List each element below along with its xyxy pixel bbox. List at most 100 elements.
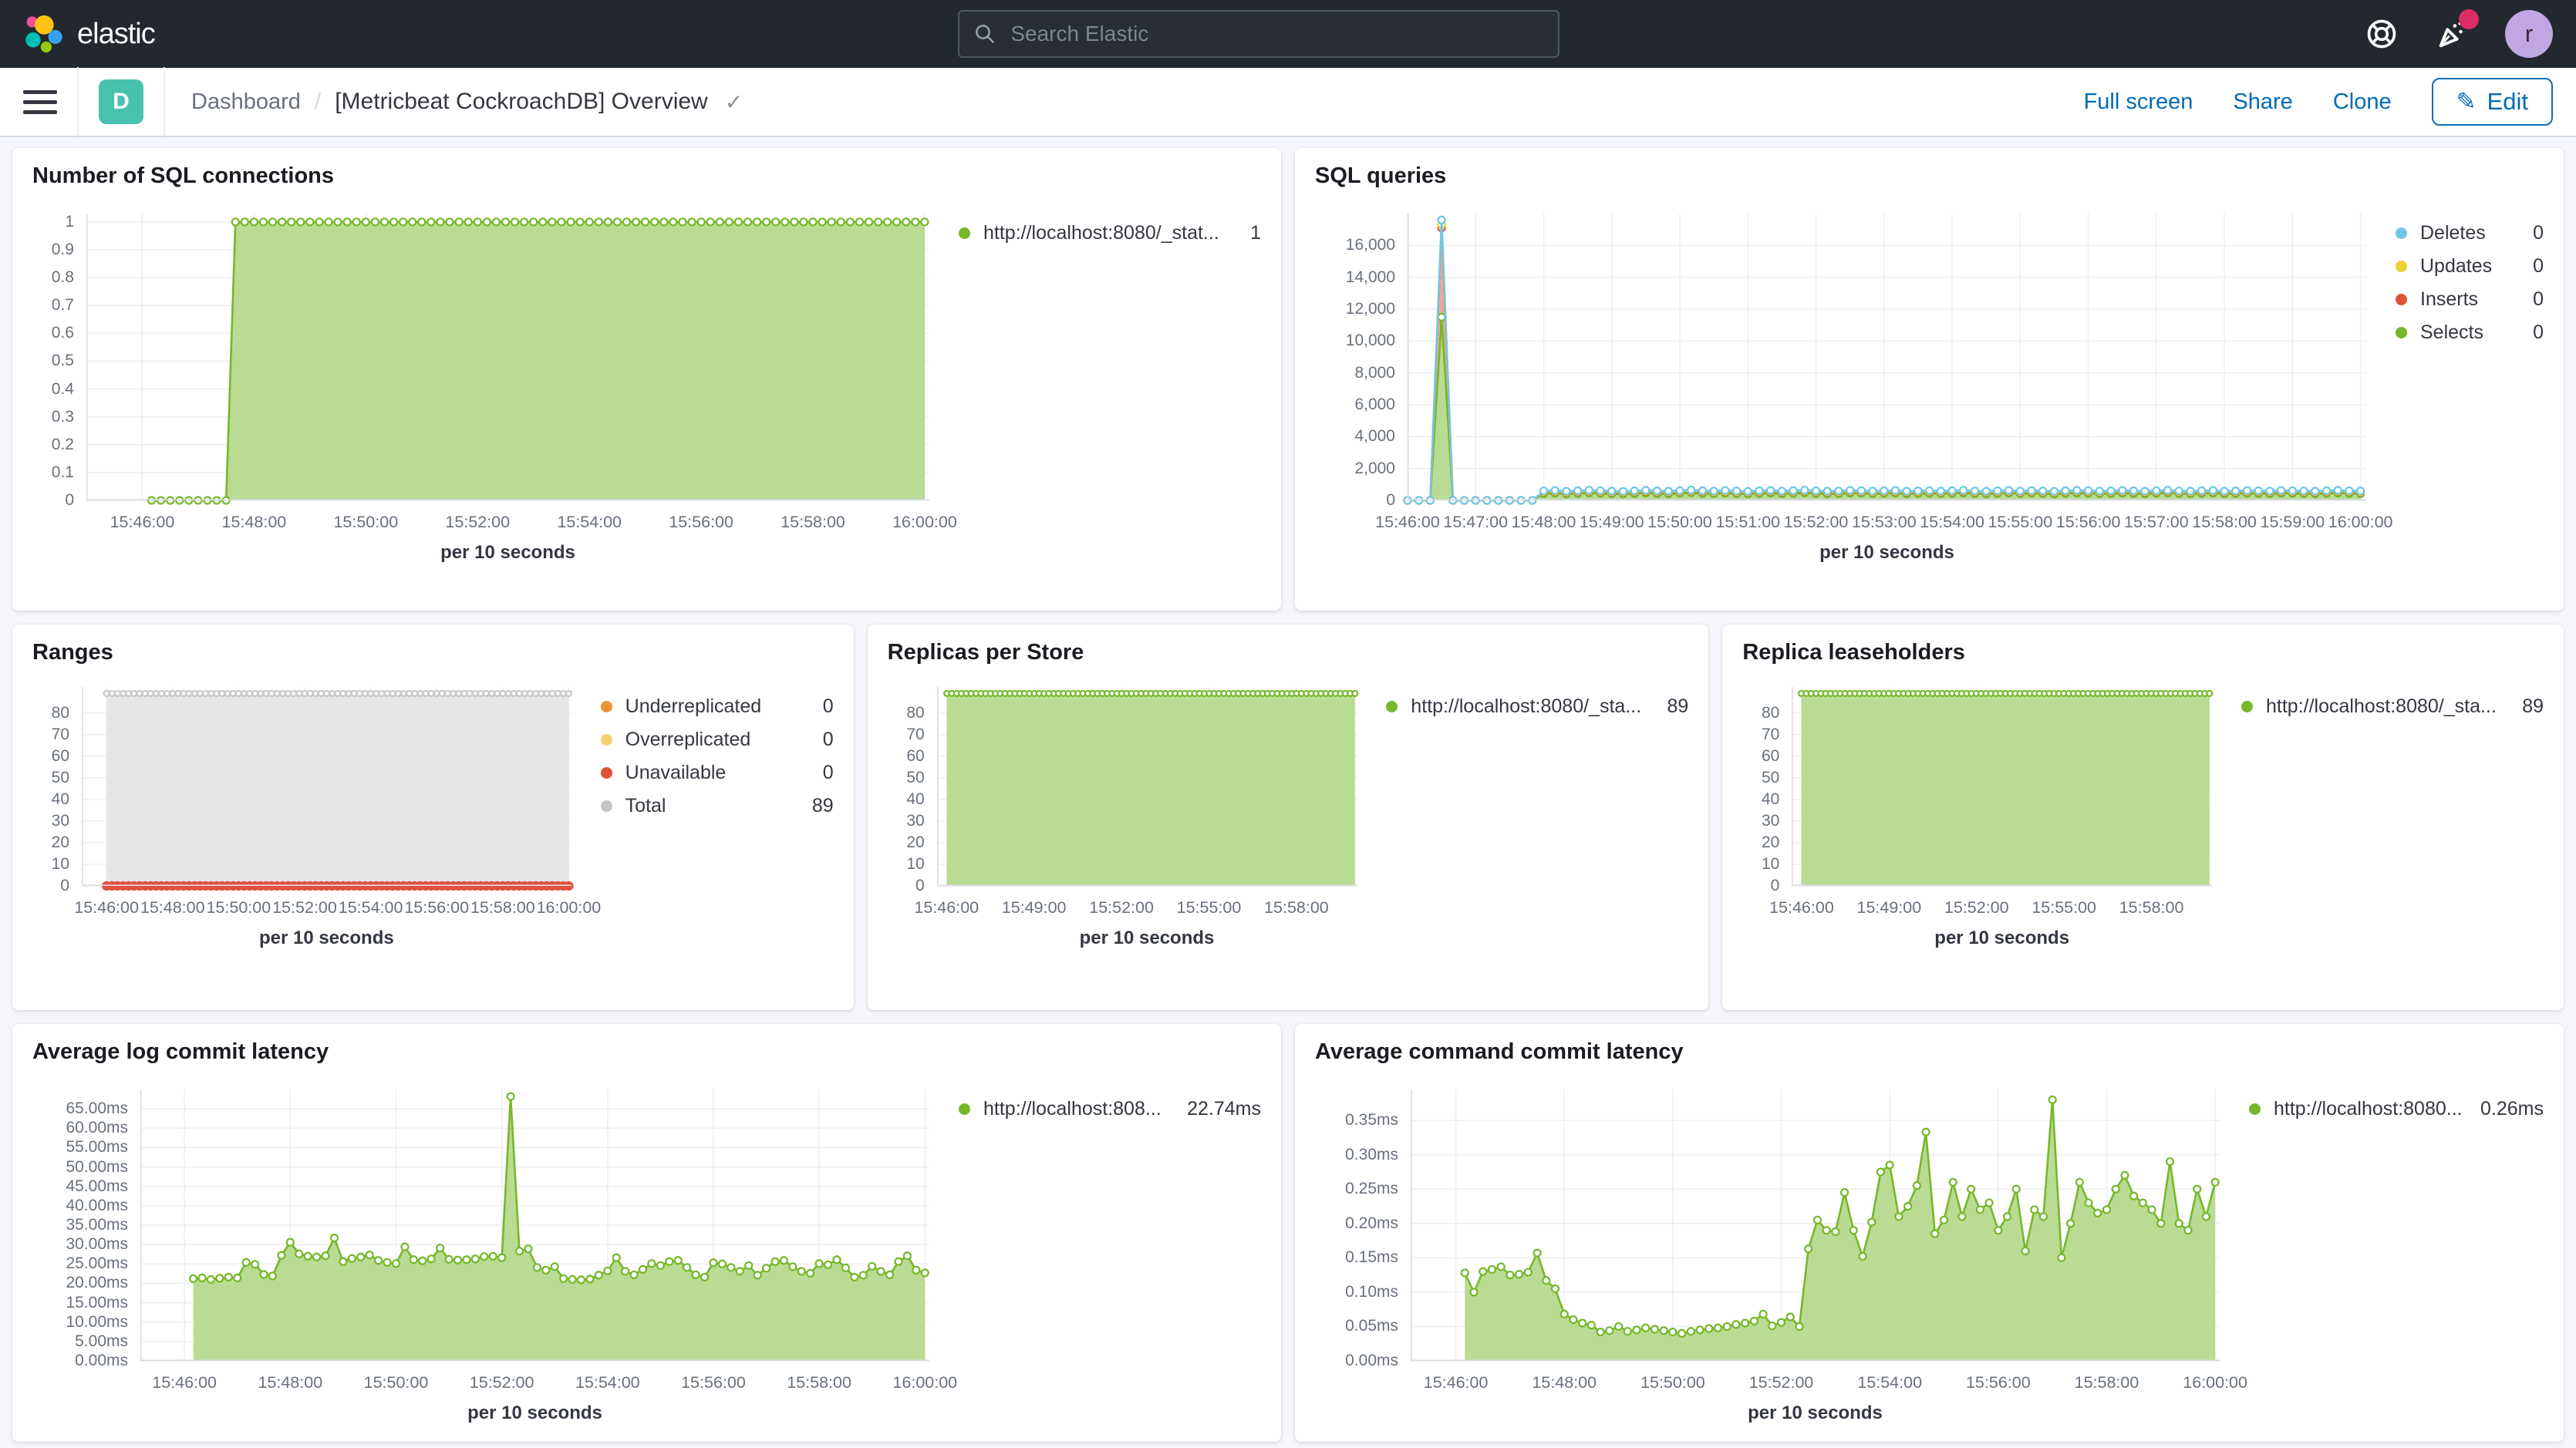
legend-item[interactable]: Inserts0 bbox=[2396, 283, 2544, 316]
panel-title[interactable]: SQL queries bbox=[1315, 163, 2544, 189]
x-axis-label: 15:49:00 bbox=[1002, 898, 1067, 918]
x-axis-label: 15:50:00 bbox=[1647, 513, 1712, 532]
app-header: elastic bbox=[0, 0, 2576, 68]
x-axis-label: 15:48:00 bbox=[222, 513, 287, 532]
y-axis-label: 60 bbox=[1762, 747, 1779, 766]
panel-title[interactable]: Number of SQL connections bbox=[32, 163, 1261, 189]
legend-item[interactable]: http://localhost:8080/_stat...1 bbox=[959, 217, 1261, 250]
breadcrumb-dashboard-link[interactable]: Dashboard bbox=[191, 89, 301, 115]
edit-button[interactable]: ✎ Edit bbox=[2432, 78, 2553, 126]
y-axis-label: 50.00ms bbox=[66, 1158, 128, 1177]
x-axis-label: 15:55:00 bbox=[1177, 898, 1242, 918]
y-axis-label: 70 bbox=[1762, 726, 1779, 744]
clone-button[interactable]: Clone bbox=[2333, 89, 2392, 115]
share-button[interactable]: Share bbox=[2233, 89, 2292, 115]
replicas-per-store-chart-area: 80706050403020100http://localhost:8080/_… bbox=[888, 687, 1689, 949]
page-title[interactable]: [Metricbeat CockroachDB] Overview bbox=[335, 89, 708, 115]
global-search-bar[interactable] bbox=[958, 10, 1559, 58]
x-axis-label: 15:46:00 bbox=[110, 513, 175, 532]
full-screen-button[interactable]: Full screen bbox=[2084, 89, 2193, 115]
avatar[interactable]: r bbox=[2505, 10, 2553, 58]
x-axis: 15:46:0015:48:0015:50:0015:52:0015:54:00… bbox=[82, 898, 572, 921]
x-axis-label: 15:58:00 bbox=[2192, 513, 2257, 532]
avatar-initial: r bbox=[2525, 20, 2533, 48]
y-axis-label: 10 bbox=[52, 855, 69, 874]
x-axis-label: 15:56:00 bbox=[2056, 513, 2121, 532]
sql-queries-chart[interactable] bbox=[1408, 214, 2366, 500]
avg-log-commit-latency-chart[interactable] bbox=[140, 1089, 929, 1361]
panel-title[interactable]: Replica leaseholders bbox=[1742, 640, 2544, 665]
legend-label: Unavailable bbox=[625, 762, 811, 784]
x-axis-label: 15:48:00 bbox=[258, 1373, 322, 1392]
chart-legend: Deletes0Updates0Inserts0Selects0 bbox=[2366, 214, 2544, 500]
y-axis-label: 16,000 bbox=[1346, 236, 1395, 254]
sql-connections-chart[interactable] bbox=[86, 214, 929, 500]
y-axis-label: 10 bbox=[906, 855, 924, 874]
avg-command-commit-latency-chart[interactable] bbox=[1411, 1089, 2220, 1361]
ranges-chart[interactable] bbox=[82, 687, 572, 886]
panel-ranges: Ranges 80706050403020100Underreplicated0… bbox=[12, 625, 854, 1010]
legend-item[interactable]: Selects0 bbox=[2396, 316, 2544, 349]
y-axis-label: 70 bbox=[906, 726, 924, 744]
replica-leaseholders-chart-area: 80706050403020100http://localhost:8080/_… bbox=[1742, 687, 2544, 949]
chart-legend: http://localhost:8080...0.26ms bbox=[2220, 1089, 2544, 1361]
y-axis-label: 15.00ms bbox=[66, 1294, 128, 1312]
panel-title[interactable]: Replicas per Store bbox=[888, 640, 1689, 665]
title-check-icon[interactable]: ✓ bbox=[725, 89, 743, 115]
legend-label: Overreplicated bbox=[625, 729, 811, 751]
legend-label: Underreplicated bbox=[625, 695, 811, 718]
y-axis-label: 0.4 bbox=[52, 380, 74, 399]
x-axis-label: 15:58:00 bbox=[2075, 1373, 2139, 1392]
replicas-per-store-chart[interactable] bbox=[937, 687, 1357, 886]
y-axis-label: 0.00ms bbox=[75, 1352, 128, 1370]
search-input[interactable] bbox=[1009, 21, 1544, 47]
x-axis-label: 15:47:00 bbox=[1443, 513, 1508, 532]
panel-title[interactable]: Ranges bbox=[32, 640, 834, 665]
legend-color-dot bbox=[601, 767, 612, 779]
panel-title[interactable]: Average log commit latency bbox=[32, 1039, 1261, 1065]
replica-leaseholders-chart[interactable] bbox=[1792, 687, 2212, 886]
legend-item[interactable]: Deletes0 bbox=[2396, 217, 2544, 250]
x-axis-label: 15:52:00 bbox=[1089, 898, 1154, 918]
y-axis-label: 40 bbox=[52, 790, 69, 809]
legend-item[interactable]: Overreplicated0 bbox=[601, 723, 834, 756]
y-axis-label: 14,000 bbox=[1346, 268, 1395, 287]
y-axis-label: 20.00ms bbox=[66, 1274, 128, 1292]
legend-item[interactable]: Updates0 bbox=[2396, 250, 2544, 283]
x-axis-label: 15:46:00 bbox=[74, 898, 139, 918]
legend-label: Deletes bbox=[2420, 222, 2520, 244]
legend-label: Selects bbox=[2420, 322, 2520, 344]
legend-value: 89 bbox=[812, 795, 834, 817]
newsfeed-icon[interactable] bbox=[2434, 15, 2471, 52]
legend-value: 0 bbox=[2533, 288, 2544, 311]
x-axis-unit-label: per 10 seconds bbox=[937, 928, 1357, 949]
y-axis-label: 40 bbox=[1762, 790, 1779, 809]
legend-item[interactable]: Unavailable0 bbox=[601, 756, 834, 790]
x-axis: 15:46:0015:48:0015:50:0015:52:0015:54:00… bbox=[86, 513, 929, 536]
legend-label: Total bbox=[625, 795, 800, 817]
legend-item[interactable]: http://localhost:808...22.74ms bbox=[959, 1093, 1261, 1126]
legend-item[interactable]: http://localhost:8080...0.26ms bbox=[2249, 1093, 2544, 1126]
y-axis-label: 30.00ms bbox=[66, 1235, 128, 1254]
legend-label: Updates bbox=[2420, 255, 2520, 278]
y-axis-label: 0.30ms bbox=[1345, 1146, 1398, 1164]
legend-item[interactable]: Underreplicated0 bbox=[601, 690, 834, 723]
legend-item[interactable]: http://localhost:8080/_sta...89 bbox=[1386, 690, 1688, 723]
y-axis-label: 12,000 bbox=[1346, 300, 1395, 318]
legend-value: 1 bbox=[1250, 222, 1261, 244]
help-icon[interactable] bbox=[2363, 15, 2400, 52]
menu-icon[interactable] bbox=[23, 85, 57, 119]
y-axis: 80706050403020100 bbox=[1742, 687, 1792, 886]
x-axis-label: 15:54:00 bbox=[557, 513, 622, 532]
x-axis-label: 16:00:00 bbox=[2183, 1373, 2247, 1392]
x-axis-label: 15:50:00 bbox=[1640, 1373, 1705, 1392]
legend-item[interactable]: http://localhost:8080/_sta...89 bbox=[2241, 690, 2544, 723]
y-axis-label: 0.5 bbox=[52, 352, 74, 370]
y-axis-label: 50 bbox=[906, 769, 924, 787]
y-axis-label: 35.00ms bbox=[66, 1216, 128, 1234]
panel-title[interactable]: Average command commit latency bbox=[1315, 1039, 2544, 1065]
elastic-logo[interactable]: elastic bbox=[23, 14, 155, 54]
dashboard-badge[interactable]: D bbox=[99, 79, 143, 124]
legend-item[interactable]: Total 89 bbox=[601, 790, 834, 823]
x-axis-label: 15:49:00 bbox=[1580, 513, 1644, 532]
